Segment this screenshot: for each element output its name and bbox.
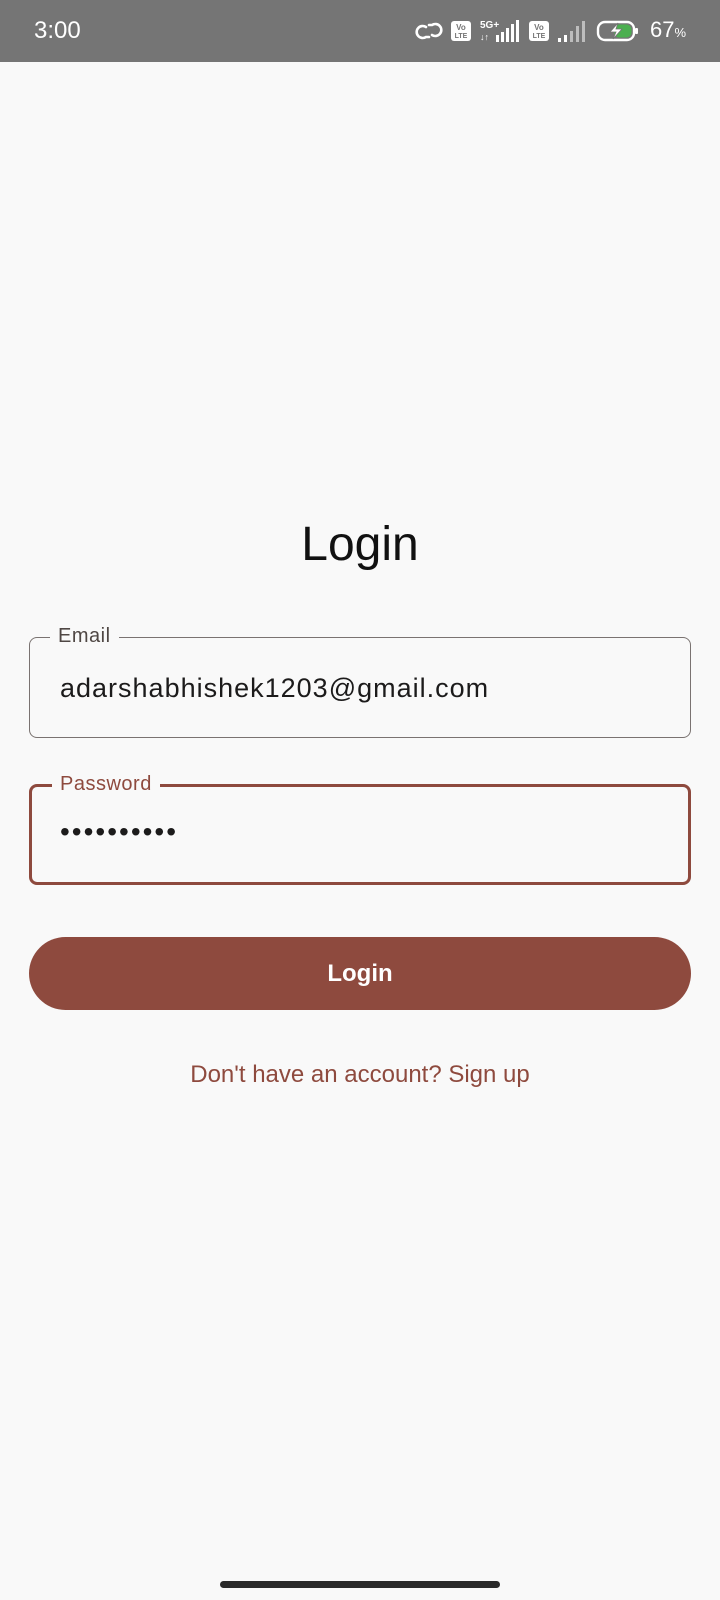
svg-text:LTE: LTE [455, 33, 468, 40]
5g-signal-icon: 5G+ ↓↑ [478, 18, 522, 44]
password-field-label: Password [52, 772, 160, 796]
battery-percent: 67% [649, 16, 686, 42]
login-button[interactable]: Login [29, 937, 691, 1010]
signal-icon [556, 19, 590, 43]
svg-text:Vo: Vo [534, 23, 544, 32]
signup-link[interactable]: Don't have an account? Sign up [0, 1060, 720, 1090]
volte-icon: Vo LTE [450, 20, 472, 42]
password-field[interactable]: Password •••••••••• [29, 772, 691, 885]
status-icons: Vo LTE 5G+ ↓↑ Vo LTE 67% [414, 14, 686, 48]
email-field-label: Email [50, 624, 119, 648]
svg-text:LTE: LTE [533, 33, 546, 40]
svg-text:↓↑: ↓↑ [480, 32, 489, 42]
password-field-value[interactable]: •••••••••• [60, 815, 178, 849]
svg-text:Vo: Vo [456, 23, 466, 32]
gesture-nav-handle[interactable] [220, 1581, 500, 1588]
email-field[interactable]: Email adarshabhishek1203@gmail.com [29, 624, 691, 738]
volte-icon: Vo LTE [528, 20, 550, 42]
email-field-value[interactable]: adarshabhishek1203@gmail.com [60, 671, 489, 705]
svg-text:5G+: 5G+ [480, 20, 499, 31]
status-bar: 3:00 Vo LTE 5G+ ↓↑ Vo LTE 67% [0, 0, 720, 62]
page-title: Login [301, 518, 419, 571]
login-screen: 3:00 Vo LTE 5G+ ↓↑ Vo LTE 67% Login Emai… [0, 0, 720, 1600]
status-time: 3:00 [34, 17, 81, 44]
hotspot-link-icon [414, 19, 444, 43]
battery-charging-icon [596, 19, 640, 43]
